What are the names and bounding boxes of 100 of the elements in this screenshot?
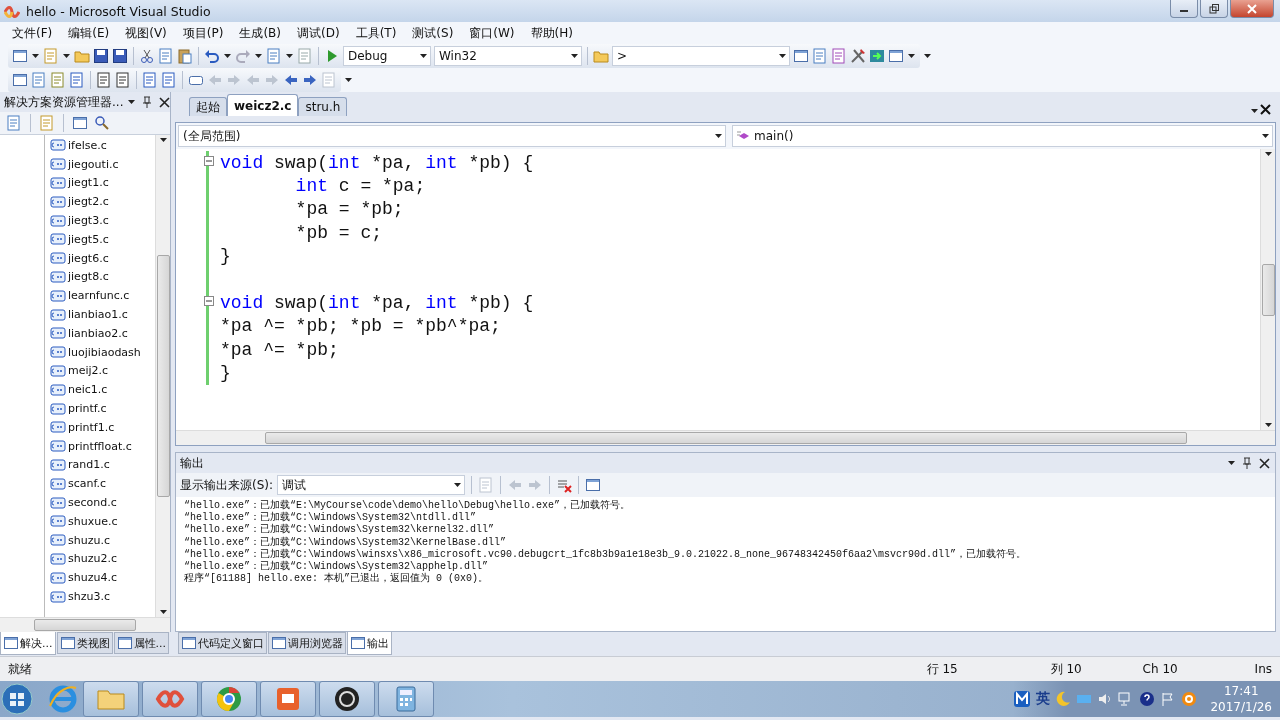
tree-item[interactable]: printffloat.c — [68, 439, 132, 453]
caret-icon[interactable] — [285, 51, 294, 61]
increase-indent-icon[interactable] — [115, 72, 131, 88]
caret-icon[interactable] — [419, 51, 428, 61]
ime-mode[interactable]: 英 — [1036, 690, 1051, 708]
panel-tab[interactable]: 类视图 — [56, 632, 113, 654]
tree-item[interactable]: second.c — [68, 496, 117, 510]
menu-item[interactable]: 测试(S) — [404, 24, 462, 42]
horizontal-scrollbar[interactable] — [176, 430, 1275, 445]
ime-m-icon[interactable] — [1013, 690, 1032, 708]
cpp-file-icon[interactable] — [50, 532, 66, 549]
cpp-file-icon[interactable] — [50, 156, 66, 173]
tab-icon[interactable] — [116, 635, 133, 651]
collapse-icon[interactable] — [204, 156, 214, 166]
menu-item[interactable]: 调试(D) — [289, 24, 348, 42]
ring-icon[interactable] — [1181, 691, 1198, 707]
tree-item[interactable]: shuzu.c — [68, 533, 110, 547]
caret-icon[interactable] — [344, 75, 353, 85]
display-object-icon[interactable] — [12, 72, 28, 88]
cpp-file-icon[interactable] — [50, 475, 66, 492]
editor-tab[interactable]: weicz2.c — [227, 94, 299, 116]
previous-bookmark-document-icon[interactable] — [283, 72, 299, 88]
caret-icon[interactable] — [127, 97, 137, 107]
copy-icon[interactable] — [158, 48, 174, 64]
view-class-diagram-icon[interactable] — [94, 115, 110, 131]
restore-button[interactable] — [1200, 0, 1228, 18]
source-dropdown[interactable]: 调试 — [277, 475, 466, 495]
cpp-file-icon[interactable] — [50, 193, 66, 210]
configuration-dropdown[interactable]: Debug — [343, 46, 431, 66]
tree-item[interactable]: jiegt2.c — [68, 195, 109, 209]
cpp-file-icon[interactable] — [50, 137, 66, 154]
cpp-file-icon[interactable] — [50, 513, 66, 530]
help-icon[interactable] — [1139, 691, 1156, 707]
cut-icon[interactable] — [139, 48, 155, 64]
restore-icon[interactable] — [1208, 2, 1220, 15]
caret-icon[interactable] — [1227, 458, 1236, 468]
cpp-file-icon[interactable] — [50, 175, 66, 191]
cpp-file-icon[interactable] — [50, 400, 66, 417]
undo-icon[interactable] — [204, 48, 220, 64]
minimize-button[interactable] — [1170, 0, 1198, 18]
object-browser-icon[interactable] — [831, 48, 847, 64]
tree-item[interactable]: printf.c — [68, 402, 107, 416]
menu-item[interactable]: 编辑(E) — [60, 24, 118, 42]
cpp-file-icon[interactable] — [50, 456, 66, 473]
new-project-icon[interactable] — [12, 48, 28, 64]
tree-item[interactable]: meij2.c — [68, 364, 109, 378]
solution-properties-icon[interactable] — [6, 115, 22, 131]
cpp-file-icon[interactable] — [50, 494, 66, 511]
tree-item[interactable]: shuxue.c — [68, 514, 118, 528]
tree-item[interactable]: shzu3.c — [68, 590, 110, 603]
decrease-indent-icon[interactable] — [96, 72, 112, 88]
cpp-file-icon[interactable] — [50, 344, 66, 361]
caret-icon[interactable] — [254, 51, 263, 61]
cpp-file-icon[interactable] — [50, 419, 66, 436]
panel-tab[interactable]: 属性... — [113, 632, 169, 654]
cpp-file-icon[interactable] — [50, 362, 66, 379]
editor-tab[interactable]: 起始 — [189, 97, 227, 116]
tree-item[interactable]: jiegouti.c — [68, 157, 119, 171]
tree-item[interactable]: neic1.c — [68, 383, 108, 397]
menu-item[interactable]: 帮助(H) — [522, 24, 581, 42]
tree-item[interactable]: jiegt5.c — [68, 232, 109, 246]
find-field[interactable]: > — [612, 46, 790, 66]
paste-icon[interactable] — [177, 48, 193, 64]
start-page-icon[interactable] — [869, 48, 885, 64]
horizontal-scrollbar[interactable] — [0, 617, 170, 632]
menu-item[interactable]: 视图(V) — [117, 24, 175, 42]
panel-tab[interactable]: 调用浏览器 — [268, 632, 346, 654]
tools-icon[interactable] — [850, 48, 866, 64]
cpp-file-icon[interactable] — [50, 212, 66, 229]
menu-item[interactable]: 窗口(W) — [461, 24, 523, 42]
tree-item[interactable]: luojibiaodash — [68, 345, 141, 359]
tree-item[interactable]: jiegt1.c — [68, 176, 109, 190]
cpp-file-icon[interactable] — [50, 306, 66, 323]
view-code-icon[interactable] — [72, 115, 88, 131]
cpp-file-icon[interactable] — [50, 250, 66, 267]
scrollbar[interactable] — [1260, 149, 1275, 430]
cpp-file-icon[interactable] — [50, 569, 66, 586]
menu-item[interactable]: 文件(F) — [4, 24, 61, 42]
caret-icon[interactable] — [62, 51, 71, 61]
tree-item[interactable]: scanf.c — [68, 477, 107, 491]
tab-icon[interactable] — [3, 635, 19, 651]
scrollbar-thumb[interactable] — [1261, 263, 1275, 316]
scrollbar-thumb[interactable] — [156, 255, 170, 497]
cpp-file-icon[interactable] — [50, 588, 66, 605]
panel-tab[interactable]: 输出 — [347, 632, 392, 655]
editor-tab[interactable]: stru.h — [298, 97, 348, 116]
caret-icon[interactable] — [453, 480, 463, 490]
uncomment-icon[interactable] — [161, 72, 177, 88]
taskbar-button[interactable] — [319, 681, 375, 717]
member-dropdown[interactable]: main() — [732, 125, 1273, 147]
panel-tab[interactable]: 解决... — [0, 632, 56, 655]
tab-icon[interactable] — [271, 635, 287, 651]
panel-tab[interactable]: 代码定义窗口 — [178, 632, 267, 654]
tree-item[interactable]: ifelse.c — [68, 138, 107, 152]
tree-item[interactable]: jiegt6.c — [68, 251, 109, 265]
quick-info-icon[interactable] — [31, 72, 47, 88]
properties-icon[interactable] — [812, 48, 828, 64]
find-window-icon[interactable] — [793, 48, 809, 64]
caret-icon[interactable] — [31, 51, 40, 61]
word-wrap-icon[interactable] — [585, 477, 602, 493]
